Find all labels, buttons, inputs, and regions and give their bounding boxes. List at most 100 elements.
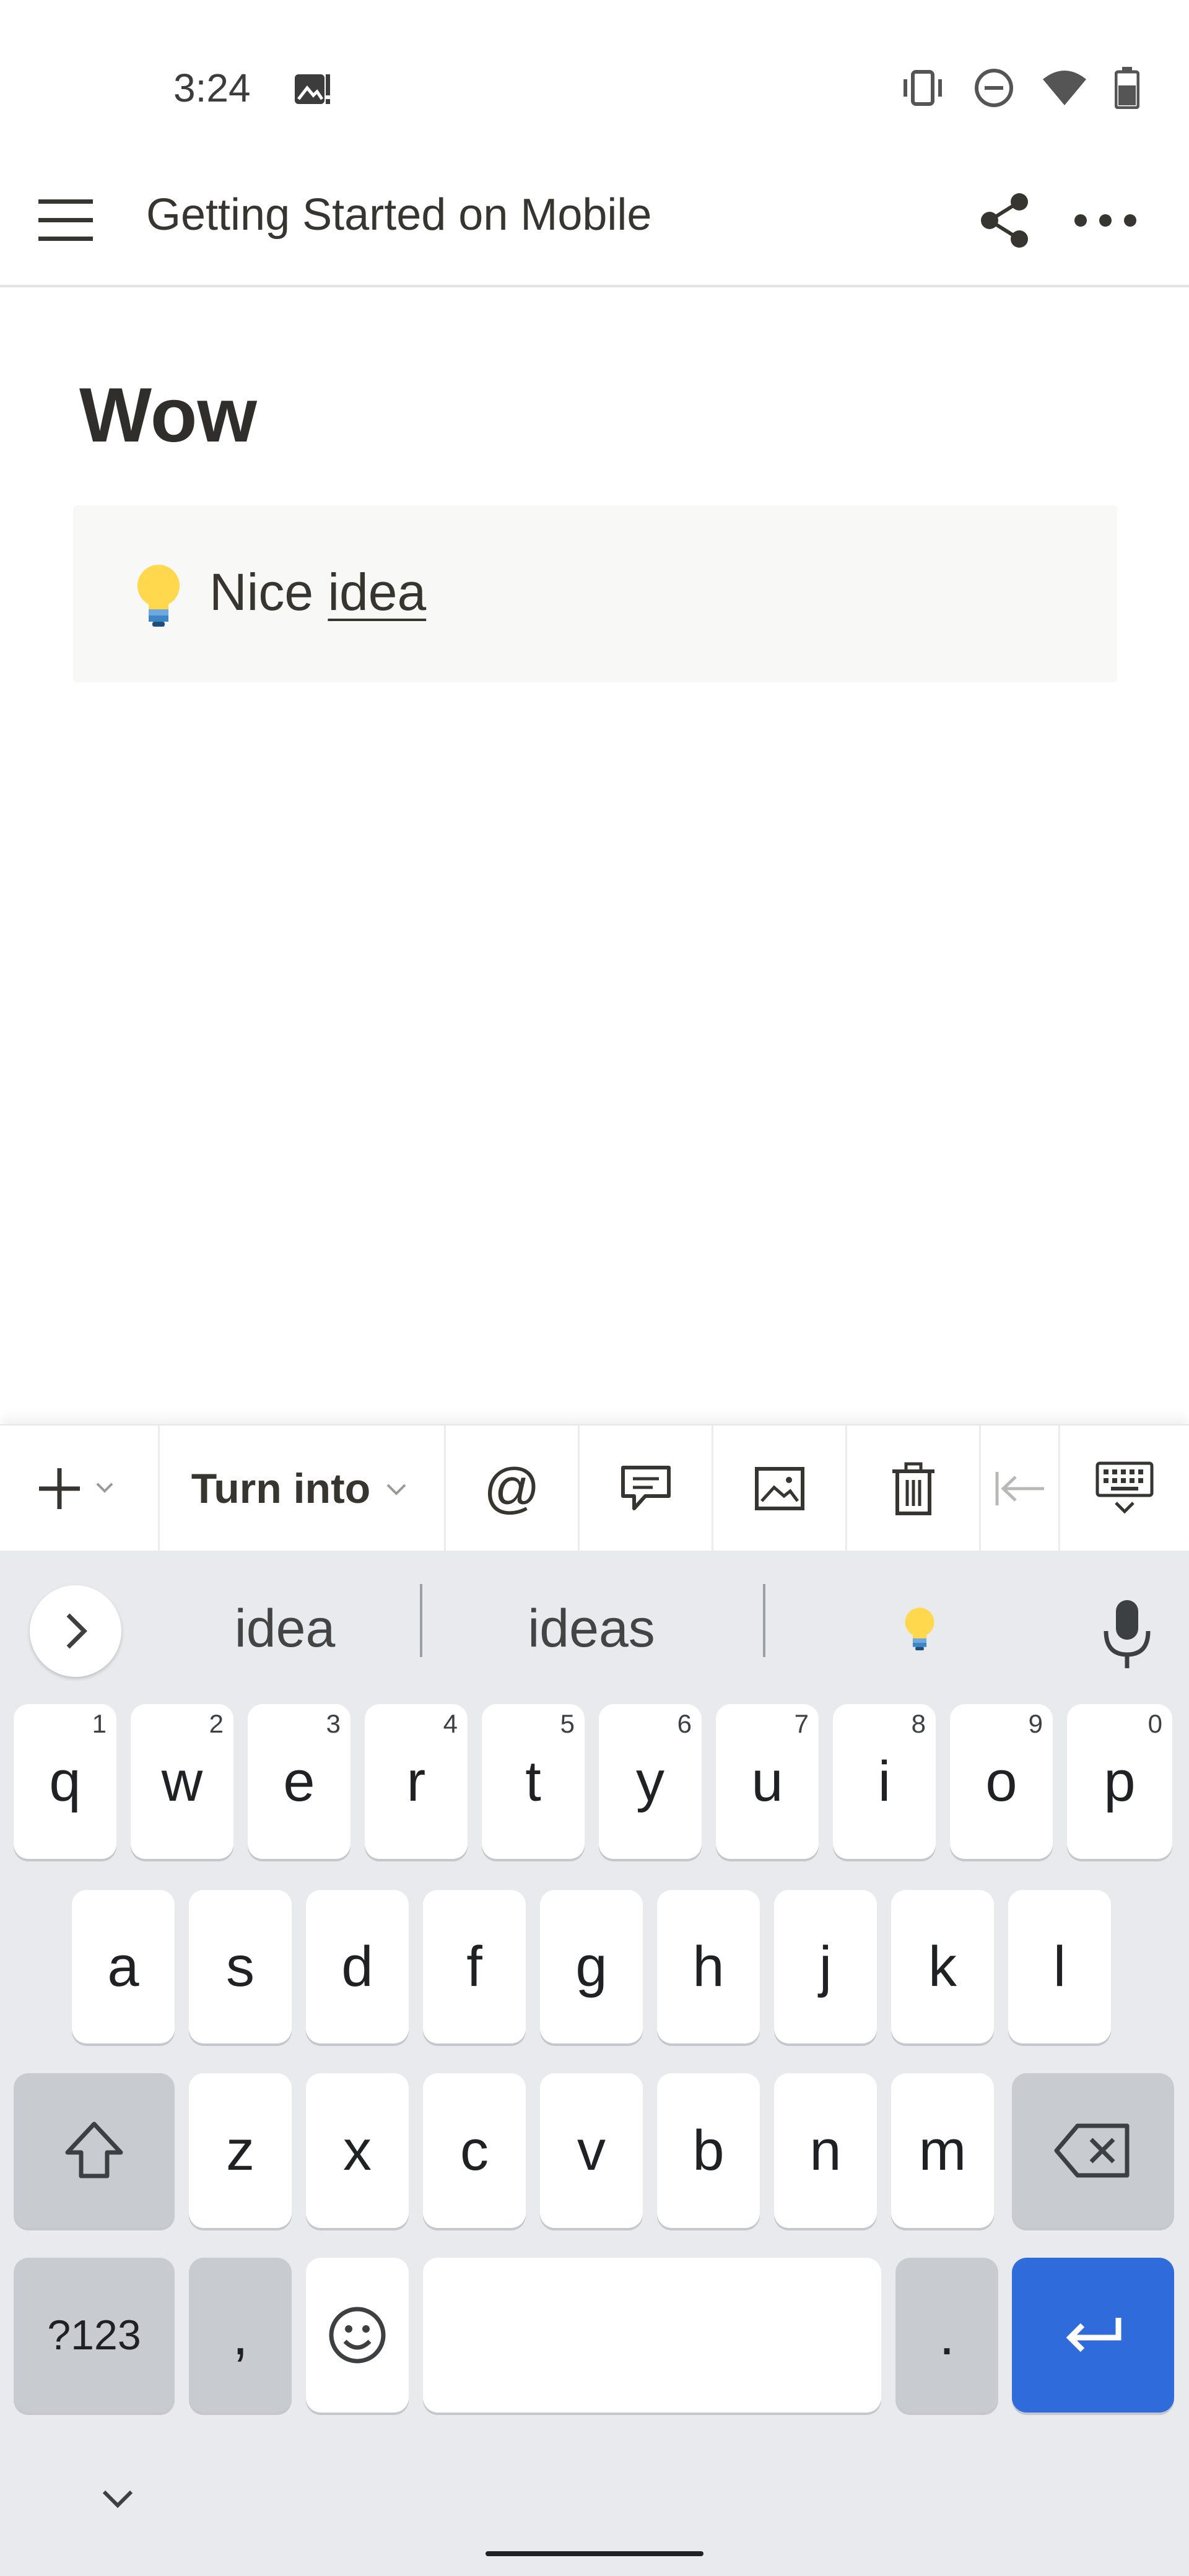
delete-button[interactable] xyxy=(847,1425,981,1552)
mention-label: @ xyxy=(483,1457,541,1520)
key-label: t xyxy=(525,1749,541,1813)
key-o[interactable]: o9 xyxy=(950,1704,1053,1859)
status-icons xyxy=(899,67,1139,109)
enter-icon xyxy=(1066,2318,1121,2352)
period-key[interactable]: . xyxy=(895,2258,998,2413)
key-y[interactable]: y6 xyxy=(599,1704,702,1859)
key-r[interactable]: r4 xyxy=(365,1704,468,1859)
lightbulb-icon[interactable] xyxy=(123,559,194,632)
more-icon[interactable] xyxy=(1071,188,1139,253)
key-n[interactable]: n xyxy=(774,2073,877,2228)
key-m[interactable]: m xyxy=(891,2073,994,2228)
battery-icon xyxy=(1115,67,1139,109)
key-w[interactable]: w2 xyxy=(131,1704,233,1859)
outdent-icon xyxy=(995,1472,1044,1505)
key-v[interactable]: v xyxy=(540,2073,643,2228)
gesture-navigation-bar[interactable] xyxy=(486,2551,703,2556)
key-t[interactable]: t5 xyxy=(482,1704,585,1859)
keyboard-collapse-chevron-icon[interactable] xyxy=(93,2479,142,2517)
suggestion-1[interactable]: idea xyxy=(149,1588,421,1669)
microphone-button[interactable] xyxy=(1090,1590,1164,1677)
key-q[interactable]: q1 xyxy=(14,1704,116,1859)
plus-icon xyxy=(38,1468,113,1509)
key-hint: 4 xyxy=(443,1709,458,1738)
comma-key[interactable]: , xyxy=(189,2258,292,2413)
key-c[interactable]: c xyxy=(423,2073,526,2228)
microphone-icon xyxy=(1104,1600,1151,1668)
key-p[interactable]: p0 xyxy=(1067,1704,1172,1859)
suggestion-lightbulb[interactable] xyxy=(768,1588,1071,1669)
key-a[interactable]: a xyxy=(72,1890,175,2043)
key-label: q xyxy=(49,1749,81,1813)
suggestion-divider xyxy=(420,1584,422,1657)
key-g[interactable]: g xyxy=(540,1890,643,2043)
key-h[interactable]: h xyxy=(657,1890,760,2043)
key-b[interactable]: b xyxy=(657,2073,760,2228)
suggestion-expand-button[interactable] xyxy=(30,1585,121,1677)
trash-icon xyxy=(892,1462,934,1515)
key-label: w xyxy=(161,1749,203,1813)
key-x[interactable]: x xyxy=(306,2073,409,2228)
keyboard: idea ideas q1 w2 e3 r4 t5 y6 u7 i8 o9 p0… xyxy=(0,1551,1189,2576)
key-e[interactable]: e3 xyxy=(248,1704,351,1859)
comment-icon xyxy=(621,1466,671,1510)
enter-key[interactable] xyxy=(1012,2258,1174,2413)
hide-keyboard-button[interactable] xyxy=(1060,1425,1189,1552)
key-hint: 2 xyxy=(209,1709,224,1738)
key-label: y xyxy=(636,1749,664,1813)
emoji-key[interactable] xyxy=(306,2258,409,2413)
callout-text-prefix: Nice xyxy=(209,563,328,621)
key-u[interactable]: u7 xyxy=(716,1704,819,1859)
key-hint: 0 xyxy=(1148,1709,1162,1738)
formatting-toolbar: Turn into @ xyxy=(0,1424,1189,1552)
do-not-disturb-icon xyxy=(975,69,1013,107)
emoji-icon xyxy=(329,2307,386,2364)
backspace-icon xyxy=(1054,2123,1130,2178)
suggestion-2[interactable]: ideas xyxy=(427,1588,756,1669)
image-button[interactable] xyxy=(713,1425,847,1552)
key-k[interactable]: k xyxy=(891,1890,994,2043)
callout-text[interactable]: Nice idea xyxy=(209,562,426,622)
key-j[interactable]: j xyxy=(774,1890,877,2043)
key-s[interactable]: s xyxy=(189,1890,292,2043)
key-hint: 5 xyxy=(560,1709,575,1738)
key-hint: 1 xyxy=(92,1709,107,1738)
key-label: o xyxy=(985,1749,1017,1813)
share-icon[interactable] xyxy=(972,188,1037,253)
key-label: p xyxy=(1104,1749,1136,1813)
key-z[interactable]: z xyxy=(189,2073,292,2228)
page-heading[interactable]: Wow xyxy=(79,372,257,459)
key-hint: 7 xyxy=(794,1709,809,1738)
chevron-down-icon xyxy=(386,1484,406,1495)
add-block-button[interactable] xyxy=(0,1425,160,1552)
callout-text-underlined: idea xyxy=(328,563,427,621)
comment-button[interactable] xyxy=(580,1425,713,1552)
menu-icon[interactable] xyxy=(35,192,97,249)
key-i[interactable]: i8 xyxy=(833,1704,936,1859)
outdent-button[interactable] xyxy=(981,1425,1060,1552)
wifi-icon xyxy=(1043,71,1086,105)
key-hint: 6 xyxy=(677,1709,692,1738)
key-label: r xyxy=(406,1749,426,1813)
turn-into-label: Turn into xyxy=(191,1465,371,1512)
key-hint: 8 xyxy=(911,1709,926,1738)
key-d[interactable]: d xyxy=(306,1890,409,2043)
vibrate-icon xyxy=(904,70,942,106)
key-hint: 9 xyxy=(1028,1709,1043,1738)
space-key[interactable] xyxy=(423,2258,881,2413)
symbols-key[interactable]: ?123 xyxy=(14,2258,175,2413)
suggestion-divider xyxy=(763,1584,765,1657)
status-time: 3:24 xyxy=(173,66,251,110)
key-l[interactable]: l xyxy=(1008,1890,1111,2043)
shift-key[interactable] xyxy=(14,2073,175,2228)
key-f[interactable]: f xyxy=(423,1890,526,2043)
chevron-right-icon xyxy=(66,1613,87,1649)
key-hint: 3 xyxy=(326,1709,341,1738)
key-label: e xyxy=(283,1749,315,1813)
turn-into-button[interactable]: Turn into xyxy=(160,1425,446,1552)
callout-block[interactable]: Nice idea xyxy=(73,505,1117,682)
mention-button[interactable]: @ xyxy=(446,1425,580,1552)
lightbulb-icon xyxy=(905,1608,934,1651)
backspace-key[interactable] xyxy=(1012,2073,1174,2228)
shift-icon xyxy=(65,2121,123,2178)
